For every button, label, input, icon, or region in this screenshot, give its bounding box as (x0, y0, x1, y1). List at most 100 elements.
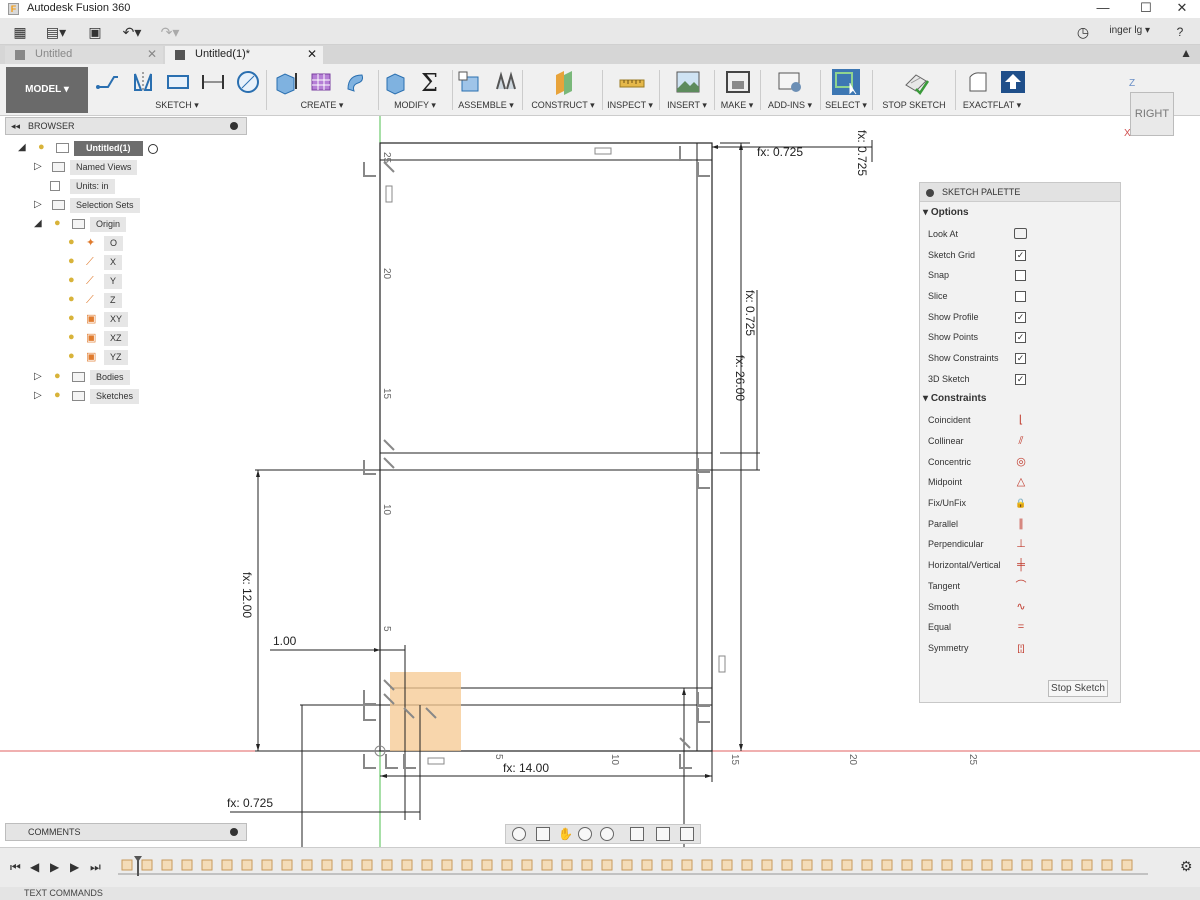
insert-menu-label[interactable]: INSERT ▾ (662, 100, 712, 111)
measure-icon[interactable] (618, 69, 646, 95)
grid-settings-icon[interactable] (656, 827, 670, 841)
dimension-icon[interactable] (199, 69, 227, 95)
file-menu-icon[interactable]: ▤▾ (44, 22, 68, 42)
line-icon[interactable] (94, 69, 122, 95)
collapse-browser-icon[interactable]: ◂◂ (11, 118, 20, 134)
form-icon[interactable] (307, 69, 335, 95)
maximize-button[interactable]: ☐ (1128, 0, 1164, 18)
stop-sketch-group[interactable]: STOP SKETCH (876, 64, 952, 116)
scripts-addins-icon[interactable] (776, 69, 804, 95)
lightbulb-icon[interactable]: ● (54, 371, 63, 382)
option-show-constraints[interactable]: Show Constraints ✓ (928, 348, 1118, 368)
horizontal-vertical-icon[interactable]: ╪ (1014, 555, 1028, 575)
browser-item-units[interactable]: Units: in (34, 178, 115, 194)
lightbulb-icon[interactable]: ● (68, 294, 77, 305)
add-ins-menu-label[interactable]: ADD-INS ▾ (762, 100, 818, 111)
assemble-group[interactable]: ASSEMBLE ▾ (454, 64, 518, 116)
create-menu-label[interactable]: CREATE ▾ (270, 100, 374, 111)
inspect-group[interactable]: INSPECT ▾ (604, 64, 656, 116)
stop-sketch-icon[interactable] (902, 69, 930, 95)
constraint-collinear[interactable]: Collinear ⫽ (928, 431, 1118, 451)
stop-sketch-label[interactable]: STOP SKETCH (876, 100, 952, 110)
circle-tool-icon[interactable] (234, 69, 262, 95)
data-panel-grid-icon[interactable]: ▦ (10, 22, 30, 42)
browser-item-xz-plane[interactable]: ● ▣ XZ (68, 330, 128, 346)
exactflat-menu-label[interactable]: EXACTFLAT ▾ (958, 100, 1026, 111)
midpoint-icon[interactable]: △ (1014, 472, 1028, 492)
constraint-fix-unfix[interactable]: Fix/UnFix 🔒 (928, 493, 1118, 513)
lightbulb-icon[interactable]: ● (68, 313, 77, 324)
tangent-icon[interactable]: ⌒ (1014, 576, 1028, 596)
browser-item-x-axis[interactable]: ● ⟋ X (68, 254, 123, 270)
options-section-header[interactable]: ▾ Options (923, 207, 969, 218)
make-group[interactable]: MAKE ▾ (716, 64, 758, 116)
add-ins-group[interactable]: ADD-INS ▾ (762, 64, 818, 116)
constraint-perpendicular[interactable]: Perpendicular ⊥ (928, 534, 1118, 554)
construct-group[interactable]: CONSTRUCT ▾ (526, 64, 600, 116)
look-at-icon[interactable] (1014, 228, 1027, 239)
option-show-points[interactable]: Show Points ✓ (928, 327, 1118, 347)
symmetry-icon[interactable]: [¦] (1014, 638, 1028, 658)
user-account-menu[interactable]: inger lg ▾ (1109, 25, 1150, 36)
viewcube[interactable]: RIGHT (1130, 92, 1174, 136)
text-commands-bar[interactable]: TEXT COMMANDS (0, 887, 1200, 900)
option-sketch-grid[interactable]: Sketch Grid ✓ (928, 245, 1118, 265)
option-3d-sketch[interactable]: 3D Sketch ✓ (928, 369, 1118, 389)
exactflat-export-icon[interactable] (999, 69, 1027, 95)
extrude-icon[interactable] (272, 69, 300, 95)
browser-item-sketches[interactable]: ▷ ● Sketches (34, 388, 140, 404)
smooth-icon[interactable]: ∿ (1014, 597, 1028, 617)
concentric-icon[interactable]: ◎ (1014, 452, 1028, 472)
equal-icon[interactable]: = (1014, 617, 1028, 637)
lightbulb-icon[interactable]: ● (68, 351, 77, 362)
browser-item-y-axis[interactable]: ● ⟋ Y (68, 273, 123, 289)
browser-panel-header[interactable]: ◂◂ BROWSER (5, 117, 247, 135)
press-pull-icon[interactable] (382, 69, 410, 95)
redo-icon[interactable]: ↷▾ (156, 22, 184, 42)
tab-untitled[interactable]: Untitled ✕ (5, 46, 163, 64)
browser-item-bodies[interactable]: ▷ ● Bodies (34, 369, 130, 385)
save-icon[interactable]: ▣ (86, 22, 104, 42)
go-to-start-icon[interactable]: ⏮ (10, 860, 21, 875)
constraint-tangent[interactable]: Tangent ⌒ (928, 576, 1118, 596)
tab-scroll-up-icon[interactable]: ▲ (1180, 46, 1192, 60)
exactflat-flatten-icon[interactable] (964, 69, 992, 95)
browser-item-named-views[interactable]: ▷ Named Views (34, 159, 138, 175)
sketch-group[interactable]: SKETCH ▾ (92, 64, 262, 116)
palette-minimize-icon[interactable] (926, 189, 934, 197)
option-show-profile[interactable]: Show Profile ✓ (928, 307, 1118, 327)
assemble-menu-label[interactable]: ASSEMBLE ▾ (454, 100, 518, 111)
browser-item-xy-plane[interactable]: ● ▣ XY (68, 311, 129, 327)
lock-icon[interactable]: 🔒 (1014, 493, 1028, 513)
construct-menu-label[interactable]: CONSTRUCT ▾ (526, 100, 600, 111)
new-component-icon[interactable] (456, 69, 484, 95)
browser-item-selection-sets[interactable]: ▷ Selection Sets (34, 197, 140, 213)
lightbulb-icon[interactable]: ● (68, 332, 77, 343)
sketch-palette-header[interactable]: SKETCH PALETTE (920, 183, 1120, 202)
sketch-grid-checkbox[interactable]: ✓ (1015, 250, 1026, 261)
option-snap[interactable]: Snap (928, 265, 1118, 285)
constraint-equal[interactable]: Equal = (928, 617, 1118, 637)
activate-component-icon[interactable] (148, 143, 159, 154)
parallel-icon[interactable]: ∥ (1014, 514, 1028, 534)
browser-item-z-axis[interactable]: ● ⟋ Z (68, 292, 122, 308)
coincident-icon[interactable]: ⌊ (1014, 410, 1028, 430)
play-icon[interactable]: ▶ (50, 860, 59, 874)
timeline-track[interactable] (118, 856, 1148, 876)
orbit-icon[interactable] (512, 827, 526, 841)
minimize-button[interactable]: — (1085, 0, 1121, 18)
lightbulb-icon[interactable]: ● (68, 237, 77, 248)
modify-group[interactable]: Σ MODIFY ▾ (380, 64, 450, 116)
insert-image-icon[interactable] (674, 69, 702, 95)
show-points-checkbox[interactable]: ✓ (1015, 332, 1026, 343)
undo-icon[interactable]: ↶▾ (118, 22, 146, 42)
tab-untitled-1[interactable]: Untitled(1)* ✕ (165, 46, 323, 64)
option-slice[interactable]: Slice (928, 286, 1118, 306)
modify-menu-label[interactable]: MODIFY ▾ (380, 100, 450, 111)
slice-checkbox[interactable] (1015, 291, 1026, 302)
step-forward-icon[interactable]: ▶ (70, 860, 79, 874)
lightbulb-icon[interactable]: ● (54, 390, 63, 401)
constraints-section-header[interactable]: ▾ Constraints (923, 393, 986, 404)
inspect-menu-label[interactable]: INSPECT ▾ (604, 100, 656, 111)
insert-group[interactable]: INSERT ▾ (662, 64, 712, 116)
